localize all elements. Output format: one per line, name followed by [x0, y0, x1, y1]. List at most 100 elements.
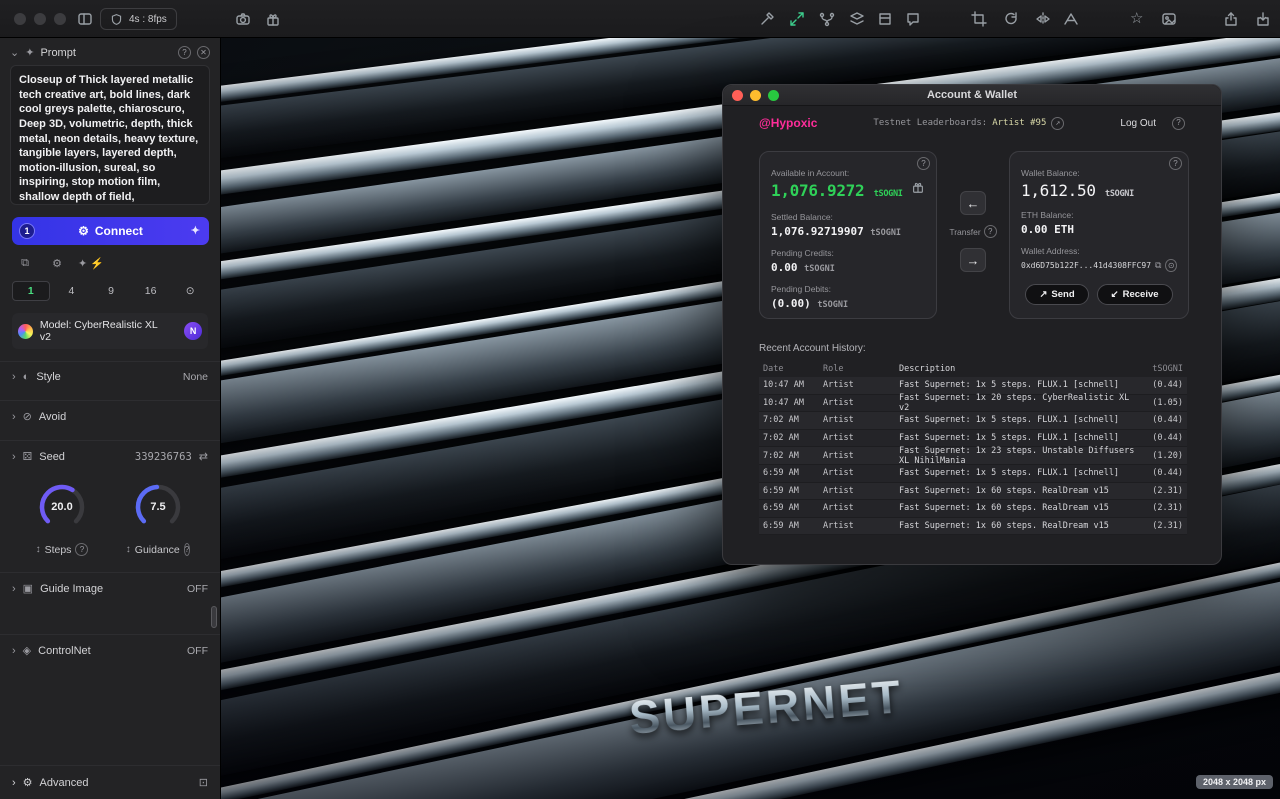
table-row[interactable]: 6:59 AM Artist Fast Supernet: 1x 60 step… — [759, 518, 1187, 536]
batch-timer-icon[interactable]: ⊙ — [172, 281, 208, 301]
history-rows: 10:47 AM Artist Fast Supernet: 1x 5 step… — [759, 377, 1187, 535]
batch-option-1[interactable]: 1 — [12, 281, 50, 301]
wallet-address-value[interactable]: 0xd6D75b122F...41d4308FFC97 — [1021, 261, 1151, 270]
zoom-icon[interactable] — [768, 90, 779, 101]
prompt-section-header[interactable]: ⌄ ✦ Prompt ? ✕ — [0, 38, 220, 63]
gear-icon: ⚙ — [78, 224, 89, 238]
palette-icon: ◐ — [23, 371, 30, 383]
send-button[interactable]: ↗ Send — [1025, 284, 1088, 305]
layers-icon[interactable] — [848, 10, 866, 28]
photos-icon[interactable] — [1160, 10, 1178, 28]
camera-icon[interactable] — [234, 10, 252, 28]
guide-image-section[interactable]: › ▣ Guide Image OFF — [0, 572, 220, 604]
copy-icon[interactable]: ⧉ — [1155, 260, 1161, 271]
window-minimize-button[interactable] — [34, 13, 46, 25]
history-table: Date Role Description tSOGNI 10:47 AM Ar… — [759, 361, 1187, 535]
avoid-label: Avoid — [39, 411, 66, 423]
window-zoom-button[interactable] — [54, 13, 66, 25]
row-amount: (2.31) — [1143, 503, 1187, 513]
shuffle-icon[interactable]: ⇄ — [199, 450, 208, 463]
guidance-knob[interactable]: 7.5 ↕ Guidance ? — [127, 480, 189, 556]
row-date: 7:02 AM — [759, 451, 823, 461]
style-section[interactable]: › ◐ Style None — [0, 361, 220, 392]
table-row[interactable]: 6:59 AM Artist Fast Supernet: 1x 60 step… — [759, 483, 1187, 501]
gift-icon[interactable] — [264, 10, 282, 28]
col-date: Date — [759, 364, 823, 374]
row-description: Fast Supernet: 1x 23 steps. Unstable Dif… — [899, 446, 1143, 466]
seed-value: 339236763 — [135, 451, 192, 463]
pending-debits-label: Pending Debits: — [771, 284, 925, 294]
sidebar-toggle-icon[interactable] — [76, 10, 94, 28]
connect-button[interactable]: 1 ⚙ Connect ✦ — [12, 217, 209, 245]
table-row[interactable]: 7:02 AM Artist Fast Supernet: 1x 23 step… — [759, 447, 1187, 465]
window-titlebar[interactable]: Account & Wallet — [723, 85, 1221, 106]
sidebar-scrollbar-thumb[interactable] — [211, 606, 217, 628]
wallet-info-icon[interactable]: ? — [1169, 157, 1182, 170]
advanced-section[interactable]: › ⚙ Advanced ⊡ — [0, 765, 220, 799]
popout-icon[interactable]: ⊡ — [199, 776, 208, 789]
guidance-label: Guidance — [135, 544, 180, 556]
branch-node-icon[interactable] — [818, 10, 836, 28]
steps-info-icon[interactable]: ? — [75, 543, 88, 556]
external-link-icon[interactable]: ↗ — [1051, 117, 1064, 130]
seed-section[interactable]: › ⚄ Seed 339236763 ⇄ — [0, 440, 220, 472]
prompt-clear-icon[interactable]: ✕ — [197, 46, 210, 59]
available-label: Available in Account: — [771, 168, 925, 178]
flip-horizontal-icon[interactable] — [1034, 10, 1052, 28]
generation-sidebar: ⌄ ✦ Prompt ? ✕ Closeup of Thick layered … — [0, 38, 221, 799]
settled-value: 1,076.92719907 tSOGNI — [771, 225, 925, 238]
help-icon[interactable]: ? — [1172, 117, 1185, 130]
image-size-badge: 2048 x 2048 px — [1196, 775, 1273, 789]
crop-icon[interactable] — [970, 10, 988, 28]
sparkle-icon: ✦ — [25, 46, 34, 59]
row-role: Artist — [823, 468, 899, 478]
sparkle-bolt-toggle-icon[interactable]: ✦⚡ — [78, 255, 104, 271]
prompt-input[interactable]: Closeup of Thick layered metallic tech c… — [10, 65, 210, 205]
layout-toggle-icon[interactable]: ⧉ — [14, 255, 36, 271]
model-label: Model: CyberRealistic XL v2 — [40, 319, 170, 343]
table-row[interactable]: 10:47 AM Artist Fast Supernet: 1x 20 ste… — [759, 395, 1187, 413]
app-toolbar: 4s : 8fps ☆ — [0, 0, 1280, 38]
minimize-icon[interactable] — [750, 90, 761, 101]
transfer-info-icon[interactable]: ? — [984, 225, 997, 238]
wallet-balance-value: 1,612.50 tSOGNI — [1021, 181, 1177, 200]
resize-arrows-icon[interactable] — [788, 10, 806, 28]
transfer-to-account-button[interactable]: ← — [960, 191, 986, 215]
row-amount: (2.31) — [1143, 521, 1187, 531]
batch-option-4[interactable]: 4 — [54, 281, 90, 301]
import-icon[interactable] — [1254, 10, 1272, 28]
render-settings-group[interactable]: 4s : 8fps — [100, 8, 177, 30]
account-info-icon[interactable]: ? — [917, 157, 930, 170]
avoid-section[interactable]: › ⊘ Avoid — [0, 400, 220, 432]
hammer-tool-icon[interactable] — [758, 10, 776, 28]
close-icon[interactable] — [732, 90, 743, 101]
table-row[interactable]: 6:59 AM Artist Fast Supernet: 1x 5 steps… — [759, 465, 1187, 483]
controlnet-section[interactable]: › ◈ ControlNet OFF — [0, 634, 220, 666]
receive-button[interactable]: ↙ Receive — [1097, 284, 1173, 305]
gift-icon[interactable] — [911, 180, 925, 199]
table-row[interactable]: 6:59 AM Artist Fast Supernet: 1x 60 step… — [759, 500, 1187, 518]
row-description: Fast Supernet: 1x 20 steps. CyberRealist… — [899, 393, 1143, 413]
batch-option-9[interactable]: 9 — [93, 281, 129, 301]
row-date: 6:59 AM — [759, 503, 823, 513]
star-icon[interactable]: ☆ — [1130, 9, 1143, 27]
transfer-to-wallet-button[interactable]: → — [960, 248, 986, 272]
row-description: Fast Supernet: 1x 5 steps. FLUX.1 [schne… — [899, 433, 1143, 443]
logout-button[interactable]: Log Out — [1120, 118, 1156, 129]
rotate-icon[interactable] — [1002, 10, 1020, 28]
chat-icon[interactable] — [904, 10, 922, 28]
guidance-info-icon[interactable]: ? — [184, 543, 190, 556]
kerning-icon[interactable] — [1062, 10, 1080, 28]
enhance-toggle-icon[interactable]: ⚙ — [46, 255, 68, 271]
username[interactable]: @Hypoxic — [759, 116, 817, 130]
frame-icon[interactable] — [876, 10, 894, 28]
window-close-button[interactable] — [14, 13, 26, 25]
table-row[interactable]: 7:02 AM Artist Fast Supernet: 1x 5 steps… — [759, 412, 1187, 430]
steps-knob[interactable]: 20.0 ↕ Steps ? — [31, 480, 93, 556]
batch-option-16[interactable]: 16 — [133, 281, 169, 301]
model-selector[interactable]: Model: CyberRealistic XL v2 N — [12, 313, 208, 349]
reveal-icon[interactable]: ⊙ — [1165, 259, 1177, 272]
prompt-info-icon[interactable]: ? — [178, 46, 191, 59]
export-icon[interactable] — [1222, 10, 1240, 28]
row-amount: (0.44) — [1143, 415, 1187, 425]
